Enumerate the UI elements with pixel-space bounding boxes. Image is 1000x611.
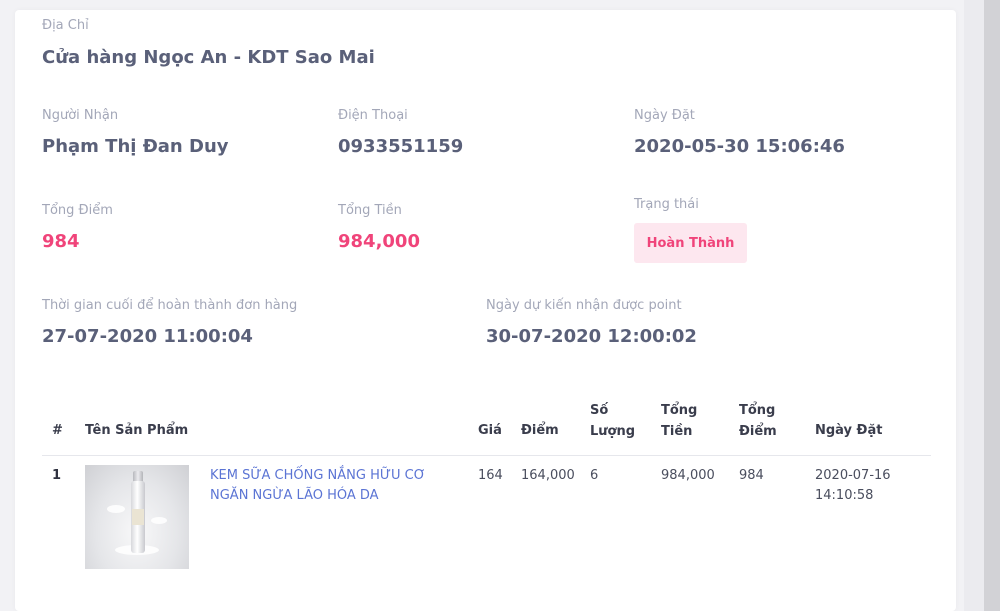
product-name-line2[interactable]: NGĂN NGỪA LÃO HÓA DA xyxy=(210,486,450,506)
order-date-label: Ngày Đặt xyxy=(634,108,695,123)
col-header-total-points-line2: Điểm xyxy=(739,424,777,439)
col-header-points: Điểm xyxy=(521,423,559,438)
deadline-label: Thời gian cuối để hoàn thành đơn hàng xyxy=(42,298,298,313)
expected-points-date-label: Ngày dự kiến nhận được point xyxy=(486,298,682,313)
recipient-label: Người Nhận xyxy=(42,108,119,123)
phone-label: Điện Thoại xyxy=(338,108,408,123)
total-points-value: 984 xyxy=(42,231,80,252)
row-total-money: 984,000 xyxy=(661,468,715,483)
total-money-value: 984,000 xyxy=(338,231,420,252)
status-badge: Hoàn Thành xyxy=(634,223,747,263)
status-label: Trạng thái xyxy=(634,197,699,212)
row-order-date-line2: 14:10:58 xyxy=(815,488,874,503)
col-header-index: # xyxy=(52,423,63,438)
total-points-label: Tổng Điểm xyxy=(42,203,113,218)
deadline-value: 27-07-2020 11:00:04 xyxy=(42,326,253,347)
col-header-total-money-line1: Tổng xyxy=(661,403,698,418)
col-header-price: Giá xyxy=(478,423,502,438)
product-bottle-label xyxy=(132,509,144,525)
recipient-value: Phạm Thị Đan Duy xyxy=(42,136,229,157)
total-money-label: Tổng Tiền xyxy=(338,203,402,218)
address-value: Cửa hàng Ngọc An - KDT Sao Mai xyxy=(42,47,375,68)
product-image[interactable] xyxy=(85,465,189,569)
expected-points-date-value: 30-07-2020 12:00:02 xyxy=(486,326,697,347)
col-header-total-points-line1: Tổng xyxy=(739,403,776,418)
col-header-quantity: Số Lượng xyxy=(590,400,635,442)
table-header-divider xyxy=(42,455,931,456)
phone-value: 0933551159 xyxy=(338,136,464,157)
row-total-points: 984 xyxy=(739,468,764,483)
col-header-total-money-line2: Tiền xyxy=(661,424,693,439)
row-quantity: 6 xyxy=(590,468,599,483)
col-header-order-date: Ngày Đặt xyxy=(815,423,883,438)
scrollbar-thumb[interactable] xyxy=(984,0,1000,611)
row-price: 164 xyxy=(478,468,503,483)
product-name-link[interactable]: KEM SỮA CHỐNG NẮNG HỮU CƠ NGĂN NGỪA LÃO … xyxy=(210,466,450,506)
col-header-quantity-line1: Số xyxy=(590,403,609,418)
row-order-date-line1: 2020-07-16 xyxy=(815,468,891,483)
order-date-value: 2020-05-30 15:06:46 xyxy=(634,136,845,157)
product-name-line1[interactable]: KEM SỮA CHỐNG NẮNG HỮU CƠ xyxy=(210,466,450,486)
product-image-splash xyxy=(151,517,167,524)
col-header-total-points: Tổng Điểm xyxy=(739,400,777,442)
col-header-product: Tên Sản Phẩm xyxy=(85,423,189,438)
col-header-quantity-line2: Lượng xyxy=(590,424,636,439)
address-label: Địa Chỉ xyxy=(42,18,89,33)
row-order-date: 2020-07-16 14:10:58 xyxy=(815,466,891,506)
row-points: 164,000 xyxy=(521,468,575,483)
product-image-splash xyxy=(107,505,125,513)
col-header-total-money: Tổng Tiền xyxy=(661,400,697,442)
row-index: 1 xyxy=(52,468,62,483)
